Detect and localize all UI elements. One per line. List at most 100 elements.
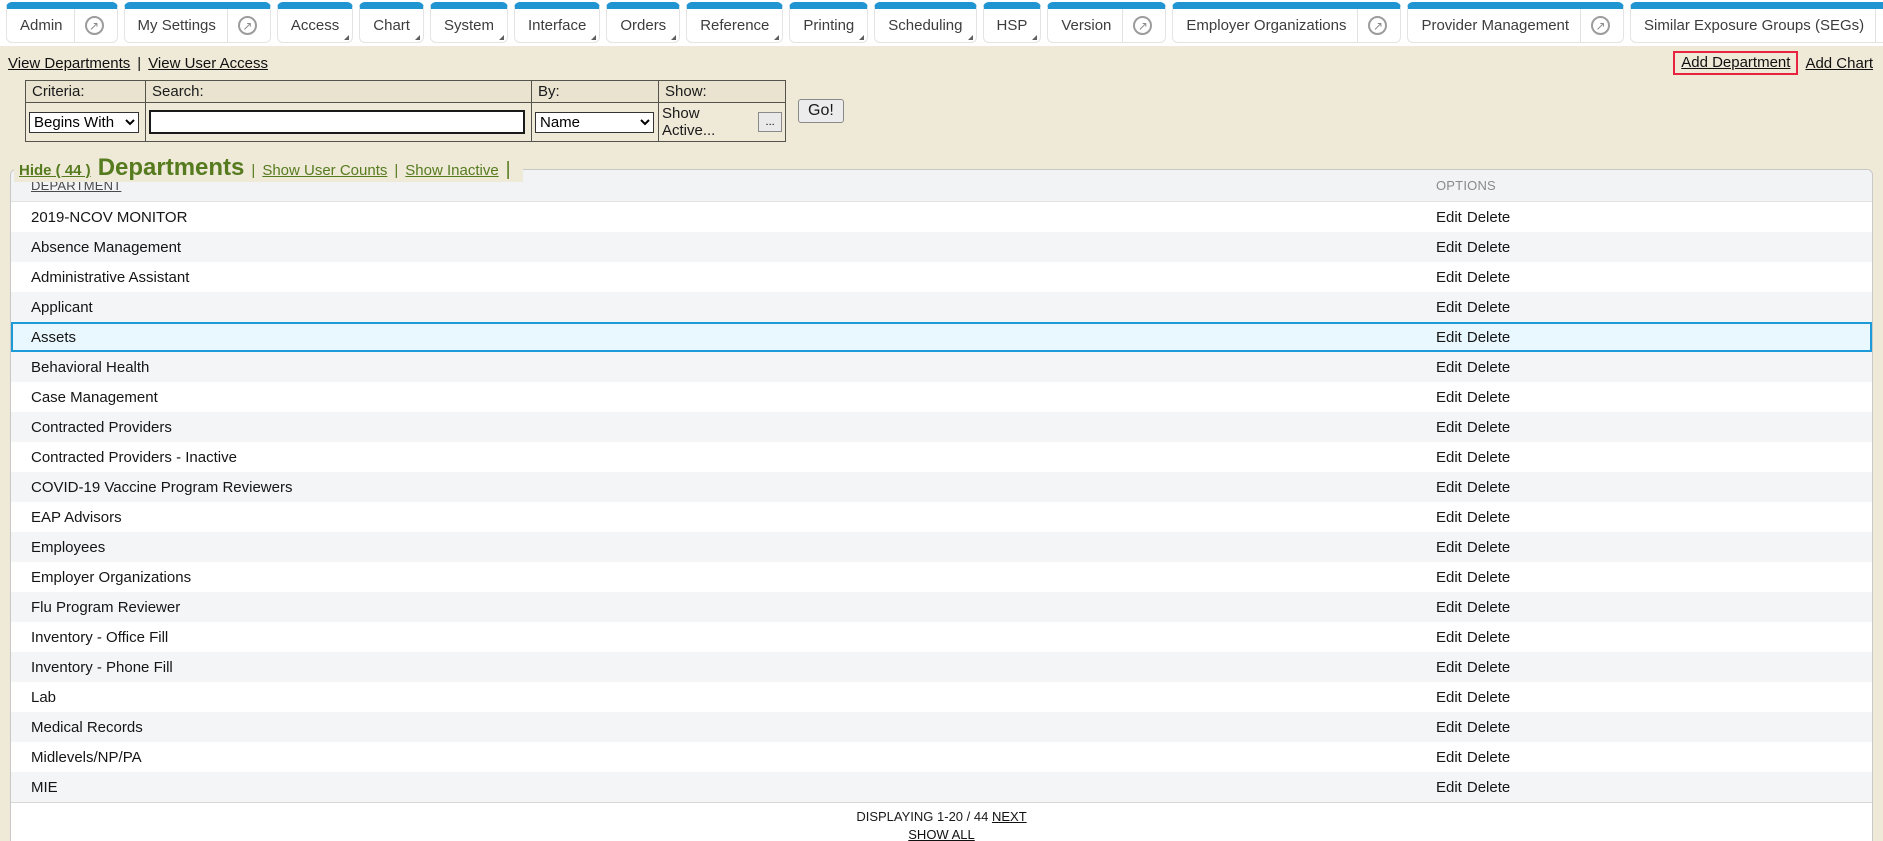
show-user-counts-link[interactable]: Show User Counts <box>262 162 387 179</box>
delete-action[interactable]: Delete <box>1467 479 1510 496</box>
popout-arrow-icon[interactable]: ↗ <box>84 16 104 35</box>
table-row: Contracted Providers Edit Delete <box>11 412 1872 442</box>
show-inactive-link[interactable]: Show Inactive <box>405 162 498 179</box>
edit-action[interactable]: Edit <box>1436 629 1462 646</box>
delete-action[interactable]: Delete <box>1467 749 1510 766</box>
department-name: Contracted Providers <box>31 418 172 436</box>
tab-reference[interactable]: Reference <box>686 2 784 43</box>
edit-action[interactable]: Edit <box>1436 659 1462 676</box>
tab-access[interactable]: Access <box>276 2 354 43</box>
row-options: Edit Delete <box>1436 329 1872 346</box>
show-value: Show Active... <box>662 105 716 139</box>
tab-scheduling[interactable]: Scheduling <box>874 2 977 43</box>
edit-action[interactable]: Edit <box>1436 509 1462 526</box>
edit-action[interactable]: Edit <box>1436 749 1462 766</box>
tab-label: Admin <box>20 17 63 34</box>
criteria-select[interactable]: Begins With <box>29 111 139 133</box>
hide-count-link[interactable]: Hide ( 44 ) <box>19 162 91 179</box>
edit-action[interactable]: Edit <box>1436 779 1462 796</box>
edit-action[interactable]: Edit <box>1436 389 1462 406</box>
popout-arrow-icon[interactable]: ↗ <box>1591 16 1611 35</box>
department-name: EAP Advisors <box>31 508 122 526</box>
table-row: Applicant Edit Delete <box>11 292 1872 322</box>
displaying-label: DISPLAYING 1-20 / 44 <box>856 809 989 824</box>
delete-action[interactable]: Delete <box>1467 209 1510 226</box>
edit-action[interactable]: Edit <box>1436 329 1462 346</box>
show-all-link[interactable]: SHOW ALL <box>908 827 974 841</box>
add-chart-link[interactable]: Add Chart <box>1805 55 1873 72</box>
edit-action[interactable]: Edit <box>1436 269 1462 286</box>
row-options: Edit Delete <box>1436 269 1872 286</box>
pagination-footer: DISPLAYING 1-20 / 44 NEXT SHOW ALL <box>11 802 1872 841</box>
edit-action[interactable]: Edit <box>1436 479 1462 496</box>
edit-action[interactable]: Edit <box>1436 299 1462 316</box>
menu-arrow-icon <box>1032 35 1038 40</box>
tab-similar-exposure-groups-segs[interactable]: Similar Exposure Groups (SEGs) ↗ <box>1630 2 1883 43</box>
tab-interface[interactable]: Interface <box>513 2 601 43</box>
view-user-access-link[interactable]: View User Access <box>148 55 268 72</box>
delete-action[interactable]: Delete <box>1467 569 1510 586</box>
tab-system[interactable]: System <box>429 2 508 43</box>
delete-action[interactable]: Delete <box>1467 359 1510 376</box>
tab-label: System <box>443 17 494 34</box>
tab-employer-organizations[interactable]: Employer Organizations ↗ <box>1172 2 1402 43</box>
departments-panel: Hide ( 44 ) Departments | Show User Coun… <box>10 154 1873 841</box>
row-options: Edit Delete <box>1436 479 1872 496</box>
delete-action[interactable]: Delete <box>1467 419 1510 436</box>
delete-action[interactable]: Delete <box>1467 329 1510 346</box>
tab-label: HSP <box>996 17 1028 34</box>
delete-action[interactable]: Delete <box>1467 689 1510 706</box>
edit-action[interactable]: Edit <box>1436 539 1462 556</box>
edit-action[interactable]: Edit <box>1436 209 1462 226</box>
delete-action[interactable]: Delete <box>1467 539 1510 556</box>
go-button[interactable]: Go! <box>798 99 844 123</box>
tab-my-settings[interactable]: My Settings ↗ <box>123 2 271 43</box>
popout-arrow-icon[interactable]: ↗ <box>1368 16 1388 35</box>
tab-provider-management[interactable]: Provider Management ↗ <box>1407 2 1625 43</box>
delete-action[interactable]: Delete <box>1467 509 1510 526</box>
tab-printing[interactable]: Printing <box>789 2 869 43</box>
table-row: Assets Edit Delete <box>11 322 1872 352</box>
add-department-link[interactable]: Add Department <box>1681 54 1790 71</box>
delete-action[interactable]: Delete <box>1467 299 1510 316</box>
edit-action[interactable]: Edit <box>1436 689 1462 706</box>
menu-arrow-icon <box>344 35 350 40</box>
tab-version[interactable]: Version ↗ <box>1047 2 1167 43</box>
delete-action[interactable]: Delete <box>1467 629 1510 646</box>
edit-action[interactable]: Edit <box>1436 599 1462 616</box>
edit-action[interactable]: Edit <box>1436 449 1462 466</box>
popout-divider: ↗ <box>1875 9 1883 42</box>
search-input[interactable] <box>149 110 525 134</box>
tab-label: My Settings <box>137 17 216 34</box>
edit-action[interactable]: Edit <box>1436 239 1462 256</box>
table-row: Lab Edit Delete <box>11 682 1872 712</box>
delete-action[interactable]: Delete <box>1467 779 1510 796</box>
popout-arrow-icon[interactable]: ↗ <box>237 16 257 35</box>
popout-arrow-icon[interactable]: ↗ <box>1133 16 1153 35</box>
popout-divider: ↗ <box>1580 9 1611 42</box>
delete-action[interactable]: Delete <box>1467 599 1510 616</box>
by-select[interactable]: Name <box>535 111 654 133</box>
tab-chart[interactable]: Chart <box>359 2 424 43</box>
row-options: Edit Delete <box>1436 719 1872 736</box>
view-departments-link[interactable]: View Departments <box>8 55 130 72</box>
delete-action[interactable]: Delete <box>1467 659 1510 676</box>
delete-action[interactable]: Delete <box>1467 389 1510 406</box>
tab-orders[interactable]: Orders <box>606 2 681 43</box>
table-row: Administrative Assistant Edit Delete <box>11 262 1872 292</box>
tab-label: Scheduling <box>888 17 963 34</box>
delete-action[interactable]: Delete <box>1467 269 1510 286</box>
delete-action[interactable]: Delete <box>1467 449 1510 466</box>
delete-action[interactable]: Delete <box>1467 239 1510 256</box>
next-page-link[interactable]: NEXT <box>992 809 1027 824</box>
edit-action[interactable]: Edit <box>1436 719 1462 736</box>
delete-action[interactable]: Delete <box>1467 719 1510 736</box>
row-options: Edit Delete <box>1436 299 1872 316</box>
show-options-button[interactable]: ... <box>758 112 782 132</box>
tab-hsp[interactable]: HSP <box>982 2 1042 43</box>
annotation-highlight-box: Add Department <box>1673 51 1799 75</box>
tab-admin[interactable]: Admin ↗ <box>6 2 118 43</box>
edit-action[interactable]: Edit <box>1436 569 1462 586</box>
edit-action[interactable]: Edit <box>1436 359 1462 376</box>
edit-action[interactable]: Edit <box>1436 419 1462 436</box>
